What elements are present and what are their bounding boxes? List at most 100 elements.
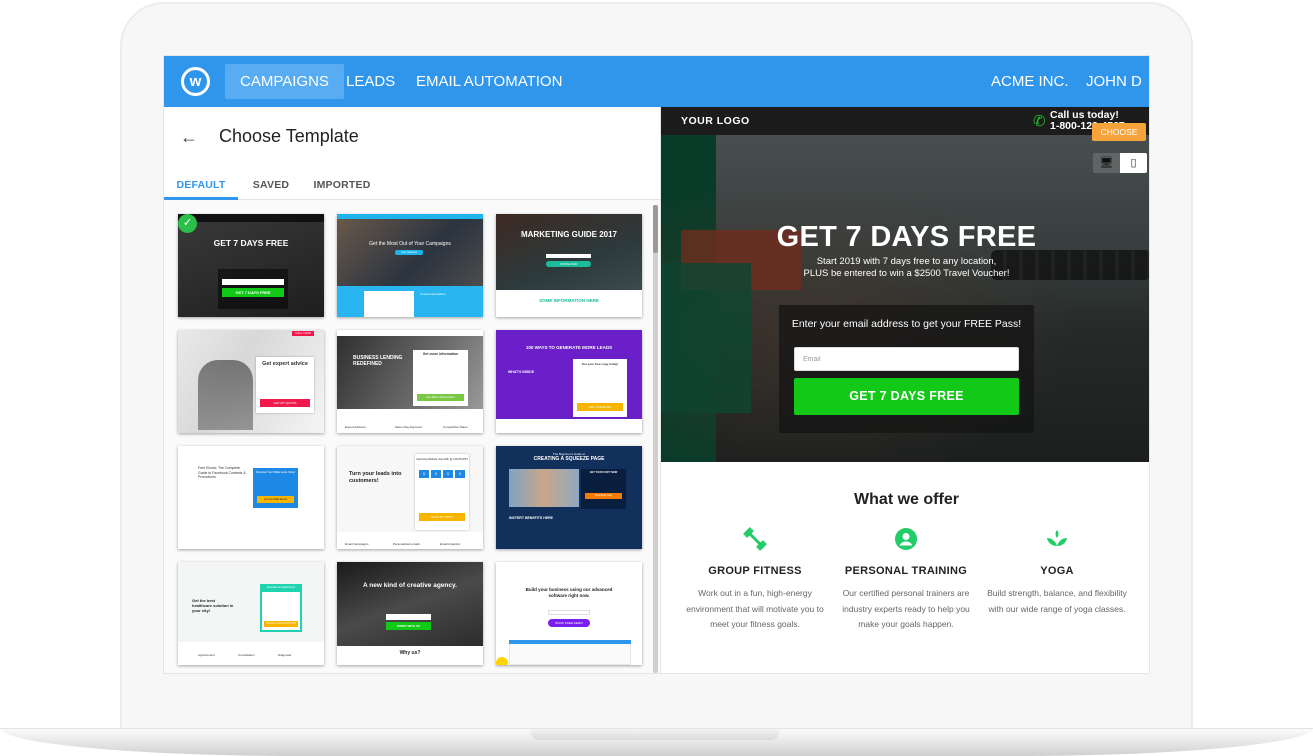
feature-personal-training: PERSONAL TRAINING Our certified personal…: [831, 527, 981, 633]
thumb-input: [546, 254, 591, 258]
feature-title: PERSONAL TRAINING: [844, 565, 968, 577]
company-menu[interactable]: ACME INC.: [991, 64, 1069, 99]
user-menu[interactable]: JOHN D: [1086, 64, 1142, 99]
thumb-headline: GET 7 DAYS FREE: [213, 238, 289, 248]
person-icon: [831, 527, 981, 553]
template-card[interactable]: CALL NOW Get expert advice GET MY QUOTE: [178, 330, 324, 433]
thumb-input: [386, 614, 431, 620]
template-card[interactable]: The Beginner's Guide to CREATING A SQUEE…: [496, 446, 642, 549]
panel-header: ← Choose Template DEFAULT SAVED IMPORTED: [164, 107, 660, 200]
thumb-headline: BUSINESS LENDING REDEFINED: [353, 355, 403, 367]
template-card[interactable]: Get the Most Out of Your Campaigns Get S…: [337, 214, 483, 317]
hero-subtitle-line: PLUS be entered to win a $2500 Travel Vo…: [803, 268, 1010, 279]
thumb-top-button: CALL NOW: [292, 331, 314, 336]
thumb-headline: Get the Most Out of Your Campaigns: [369, 241, 451, 247]
thumb-button: Download Now: [585, 493, 622, 499]
thumb-hero: [337, 562, 483, 646]
lotus-icon: [982, 527, 1132, 553]
tab-default[interactable]: DEFAULT: [164, 170, 238, 200]
thumb-topbar: [178, 214, 324, 222]
thumb-headline: 100 WAYS TO GENERATE MORE LEADS: [525, 345, 613, 350]
feature-desc: Work out in a fun, high-energy environme…: [686, 588, 824, 629]
device-toggle: 🖥 ▯: [1093, 153, 1147, 173]
thumb-form: [581, 469, 626, 509]
page-title: Choose Template: [219, 126, 359, 146]
nav-leads[interactable]: LEADS: [331, 64, 410, 99]
thumb-form-title: GET YOUR COPY NOW: [589, 471, 618, 474]
thumb-footer: [337, 532, 483, 549]
email-input[interactable]: [794, 347, 1019, 371]
thumb-people: [198, 360, 253, 430]
thumb-feature: Email Analytics: [440, 542, 461, 546]
thumb-headline: A new kind of creative agency.: [363, 582, 457, 589]
nav-email-automation[interactable]: EMAIL AUTOMATION: [401, 64, 577, 99]
thumb-button: SAVE MY SPOT: [419, 513, 465, 521]
thumb-input: [548, 610, 590, 615]
thumb-button: DOWNLOAD: [546, 261, 591, 267]
template-panel: ← Choose Template DEFAULT SAVED IMPORTED…: [164, 107, 660, 673]
tab-imported[interactable]: IMPORTED: [310, 170, 374, 200]
thumb-form-title: Schedule an Appointment: [260, 584, 302, 592]
thumb-button: GET 7 DAYS FREE: [222, 288, 284, 297]
template-scrollbar[interactable]: [653, 205, 658, 673]
preview-header: YOUR LOGO ✆ Call us today! 1-800-123-456…: [661, 107, 1149, 135]
thumb-form-title: Get your free copy today!: [581, 362, 619, 366]
countdown-digit: 0: [443, 470, 453, 478]
thumb-headline: Get the best healthcare solution in your…: [192, 598, 234, 613]
hero-subtitle: Start 2019 with 7 days free to any locat…: [661, 256, 1149, 280]
preview-hero: GET 7 DAYS FREE Start 2019 with 7 days f…: [661, 135, 1149, 462]
offer-title: What we offer: [854, 491, 959, 508]
feature-group-fitness: GROUP FITNESS Work out in a fun, high-en…: [680, 527, 830, 633]
template-card[interactable]: Turn your leads into customers! Upcoming…: [337, 446, 483, 549]
tab-saved[interactable]: SAVED: [244, 170, 298, 200]
thumb-headline: MARKETING GUIDE 2017: [520, 230, 618, 239]
template-card[interactable]: Get the best healthcare solution in your…: [178, 562, 324, 665]
template-card[interactable]: 100 WAYS TO GENERATE MORE LEADS WHAT'S I…: [496, 330, 642, 433]
countdown-digit: 0: [431, 470, 441, 478]
thumb-headline: CREATING A SQUEEZE PAGE: [533, 456, 605, 462]
template-preview: YOUR LOGO ✆ Call us today! 1-800-123-456…: [660, 107, 1149, 673]
thumb-button: Get More Information: [417, 394, 464, 401]
phone-icon: ✆: [1033, 113, 1046, 130]
back-arrow-icon[interactable]: ←: [180, 127, 198, 148]
template-card[interactable]: Build your business using our advanced s…: [496, 562, 642, 665]
template-card[interactable]: BUSINESS LENDING REDEFINED Get more info…: [337, 330, 483, 433]
get-free-days-button[interactable]: GET 7 DAYS FREE: [794, 378, 1019, 415]
thumb-feature: Competitive Rates: [443, 425, 468, 429]
thumb-feature: Expert Advisors: [345, 425, 366, 429]
thumb-feature: Same Day Approval: [395, 425, 422, 429]
desktop-icon[interactable]: 🖥: [1093, 153, 1120, 173]
thumb-headline: Get expert advice: [262, 361, 308, 367]
thumb-card: [364, 291, 414, 317]
dumbbell-icon: [680, 527, 830, 553]
app-logo[interactable]: w: [181, 67, 210, 96]
thumb-form-title: Download Your FREE Guide Today!: [255, 471, 296, 474]
thumb-feature: Diagnosis: [278, 653, 292, 657]
app-screen: w CAMPAIGNS LEADS EMAIL AUTOMATION ACME …: [163, 55, 1150, 674]
thumb-input: [222, 279, 284, 285]
top-nav: w CAMPAIGNS LEADS EMAIL AUTOMATION ACME …: [164, 56, 1149, 107]
selected-check-icon: ✓: [178, 214, 197, 233]
template-card[interactable]: ✓ GET 7 DAYS FREE GET 7 DAYS FREE: [178, 214, 324, 317]
nav-campaigns[interactable]: CAMPAIGNS: [225, 64, 344, 99]
template-card[interactable]: Free Ebook: The Complete Guide to Facebo…: [178, 446, 324, 549]
choose-button[interactable]: CHOOSE: [1092, 123, 1146, 141]
thumb-form-title: Upcoming Webinar June 20th @ 3:00 PM PST: [416, 458, 468, 461]
thumb-button: GET THE BOOK: [577, 403, 623, 411]
template-card[interactable]: A new kind of creative agency. WORK WITH…: [337, 562, 483, 665]
thumb-footer-label: INSTERT BENEFITS HERE: [509, 516, 553, 520]
thumb-footer-label: Course Description: [420, 292, 446, 296]
mobile-icon[interactable]: ▯: [1120, 153, 1147, 173]
thumb-headline: Turn your leads into customers!: [349, 471, 402, 484]
thumb-decoration: [496, 657, 508, 665]
signup-form: Enter your email address to get your FRE…: [779, 305, 1034, 433]
template-card[interactable]: MARKETING GUIDE 2017 DOWNLOAD SOME INFOR…: [496, 214, 642, 317]
thumb-feature: Appointment: [198, 653, 215, 657]
thumb-footer-label: SOME INFORMATION HERE: [539, 298, 599, 303]
thumb-button: Get Started: [395, 250, 423, 255]
countdown-digit: 0: [455, 470, 465, 478]
thumb-form-title: Get more information: [422, 352, 459, 356]
thumb-video: [509, 469, 579, 507]
scrollbar-thumb[interactable]: [653, 205, 658, 253]
form-label: Enter your email address to get your FRE…: [791, 318, 1022, 330]
